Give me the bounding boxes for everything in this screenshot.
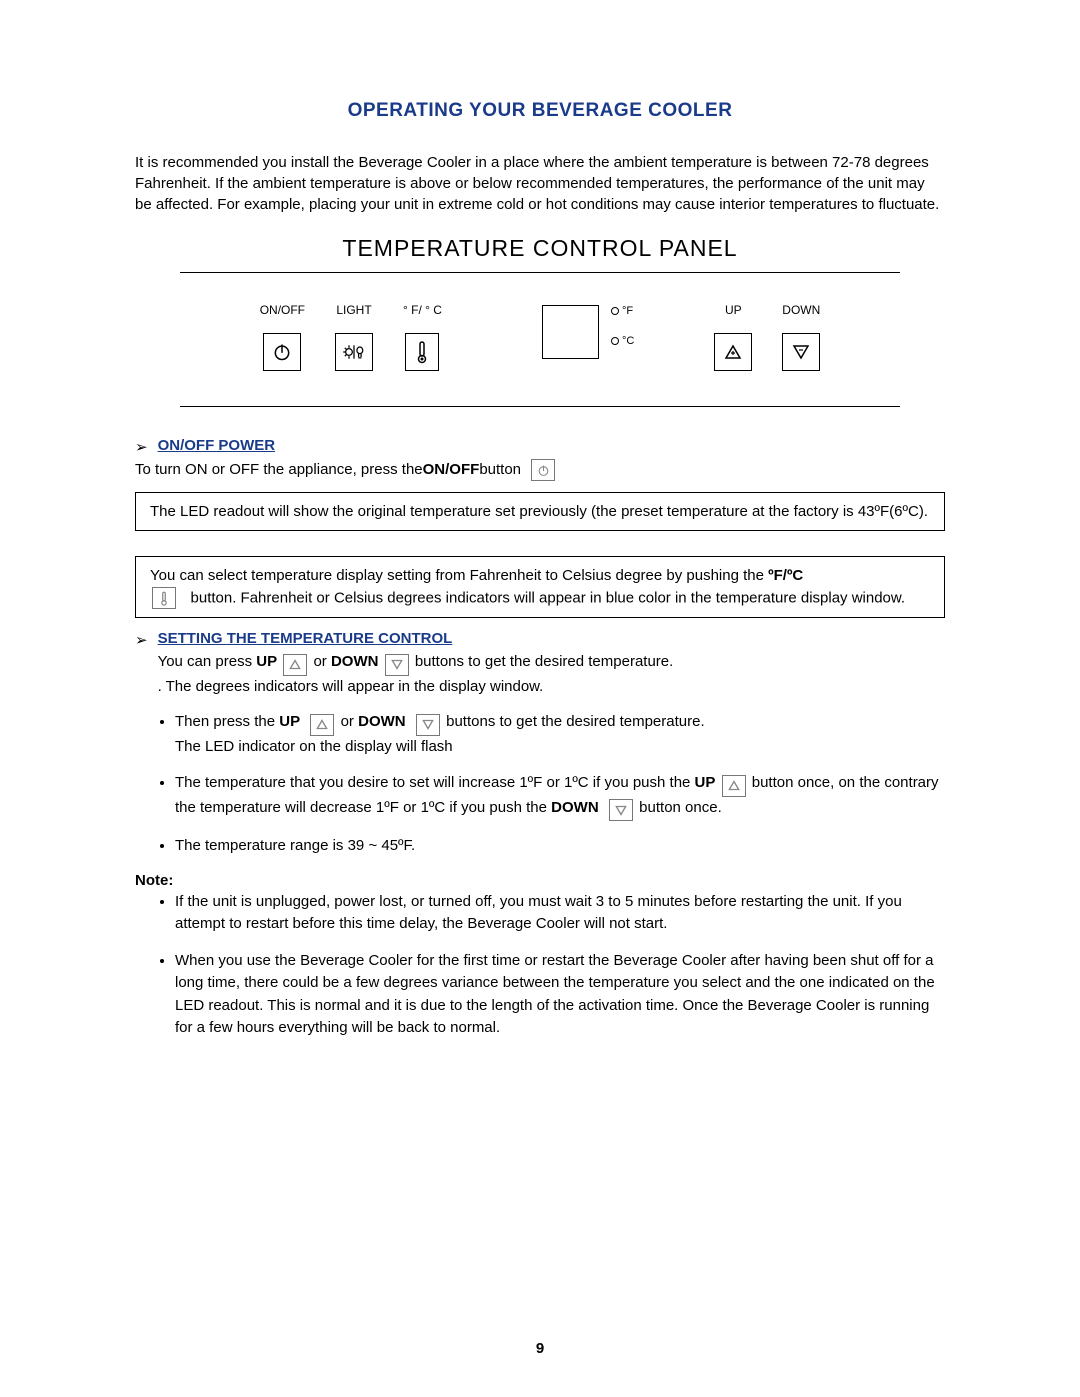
light-icon	[335, 333, 373, 371]
set-line1-c: buttons to get the desired temperature.	[415, 653, 674, 670]
section-onoff-head: ON/OFF POWER	[158, 437, 276, 454]
power-icon-inline	[531, 459, 555, 481]
display-window	[542, 305, 599, 359]
set-line1-a: You can press	[158, 653, 257, 670]
page-title: OPERATING YOUR BEVERAGE COOLER	[135, 100, 945, 122]
indicator-f: °F	[622, 305, 633, 317]
divider	[180, 272, 900, 273]
page-number: 9	[0, 1340, 1080, 1357]
up-bold: UP	[256, 653, 277, 670]
temp-indicators: °F °C	[611, 305, 634, 347]
set-line1-b: or	[313, 653, 331, 670]
fc-note-a: You can select temperature display setti…	[150, 567, 768, 584]
up-bold: UP	[279, 713, 300, 730]
down-bold: DOWN	[331, 653, 379, 670]
onoff-bold: ON/OFF	[423, 459, 480, 482]
thermometer-icon	[405, 333, 439, 371]
down-triangle-icon	[782, 333, 820, 371]
bul2-a: The temperature that you desire to set w…	[175, 774, 695, 791]
intro-paragraph: It is recommended you install the Bevera…	[135, 152, 945, 215]
note-list: If the unit is unplugged, power lost, or…	[135, 891, 945, 1040]
up-triangle-icon-inline	[722, 775, 746, 797]
panel-down: DOWN	[782, 303, 820, 371]
up-triangle-icon	[714, 333, 752, 371]
set-line2: . The degrees indicators will appear in …	[158, 678, 544, 695]
fc-note-box: You can select temperature display setti…	[135, 556, 945, 618]
fc-note-b: button. Fahrenheit or Celsius degrees in…	[191, 590, 906, 607]
bul1-d: The LED indicator on the display will fl…	[175, 738, 453, 755]
bul2-c: button once.	[639, 799, 722, 816]
panel-onoff-label: ON/OFF	[260, 303, 305, 318]
panel-fc-label: ° F/ ° C	[403, 303, 442, 318]
control-panel-diagram: ON/OFF LIGHT ° F/ ° C °	[135, 303, 945, 371]
note2: When you use the Beverage Cooler for the…	[175, 952, 935, 1037]
fc-bold: ºF/ºC	[768, 567, 803, 584]
bullet-list: Then press the UP or DOWN buttons to get…	[135, 711, 945, 858]
list-item: When you use the Beverage Cooler for the…	[175, 950, 945, 1040]
up-triangle-icon-inline	[283, 654, 307, 676]
down-bold: DOWN	[358, 713, 406, 730]
down-triangle-icon-inline	[385, 654, 409, 676]
panel-display: °F °C	[542, 303, 634, 359]
panel-onoff: ON/OFF	[260, 303, 305, 371]
panel-down-label: DOWN	[782, 303, 820, 318]
down-triangle-icon-inline	[609, 799, 633, 821]
thermometer-icon-inline	[152, 587, 176, 609]
led-note-box: The LED readout will show the original t…	[135, 492, 945, 532]
led-note: The LED readout will show the original t…	[150, 503, 928, 520]
indicator-dot	[611, 307, 619, 315]
bul3: The temperature range is 39 ~ 45ºF.	[175, 837, 415, 854]
list-item: If the unit is unplugged, power lost, or…	[175, 891, 945, 936]
onoff-text-b: button	[479, 459, 521, 482]
section-set-head: SETTING THE TEMPERATURE CONTROL	[158, 630, 453, 647]
note1: If the unit is unplugged, power lost, or…	[175, 893, 902, 933]
down-triangle-icon-inline	[416, 714, 440, 736]
up-bold: UP	[695, 774, 716, 791]
bul1-b: or	[341, 713, 359, 730]
bul1-c: buttons to get the desired temperature.	[446, 713, 705, 730]
indicator-c: °C	[622, 335, 634, 347]
panel-light-label: LIGHT	[336, 303, 371, 318]
subsection-title: TEMPERATURE CONTROL PANEL	[135, 235, 945, 262]
note-label: Note:	[135, 872, 945, 889]
panel-fc: ° F/ ° C	[403, 303, 442, 371]
list-item: Then press the UP or DOWN buttons to get…	[175, 711, 945, 758]
arrow-bullet: ➢	[135, 631, 148, 649]
panel-up-label: UP	[725, 303, 742, 318]
arrow-bullet: ➢	[135, 438, 148, 456]
bul1-a: Then press the	[175, 713, 279, 730]
indicator-dot	[611, 337, 619, 345]
panel-light: LIGHT	[335, 303, 373, 371]
power-icon	[263, 333, 301, 371]
divider	[180, 406, 900, 407]
up-triangle-icon-inline	[310, 714, 334, 736]
list-item: The temperature range is 39 ~ 45ºF.	[175, 835, 945, 858]
onoff-text-a: To turn ON or OFF the appliance, press t…	[135, 459, 423, 482]
panel-up: UP	[714, 303, 752, 371]
list-item: The temperature that you desire to set w…	[175, 772, 945, 821]
down-bold: DOWN	[551, 799, 599, 816]
